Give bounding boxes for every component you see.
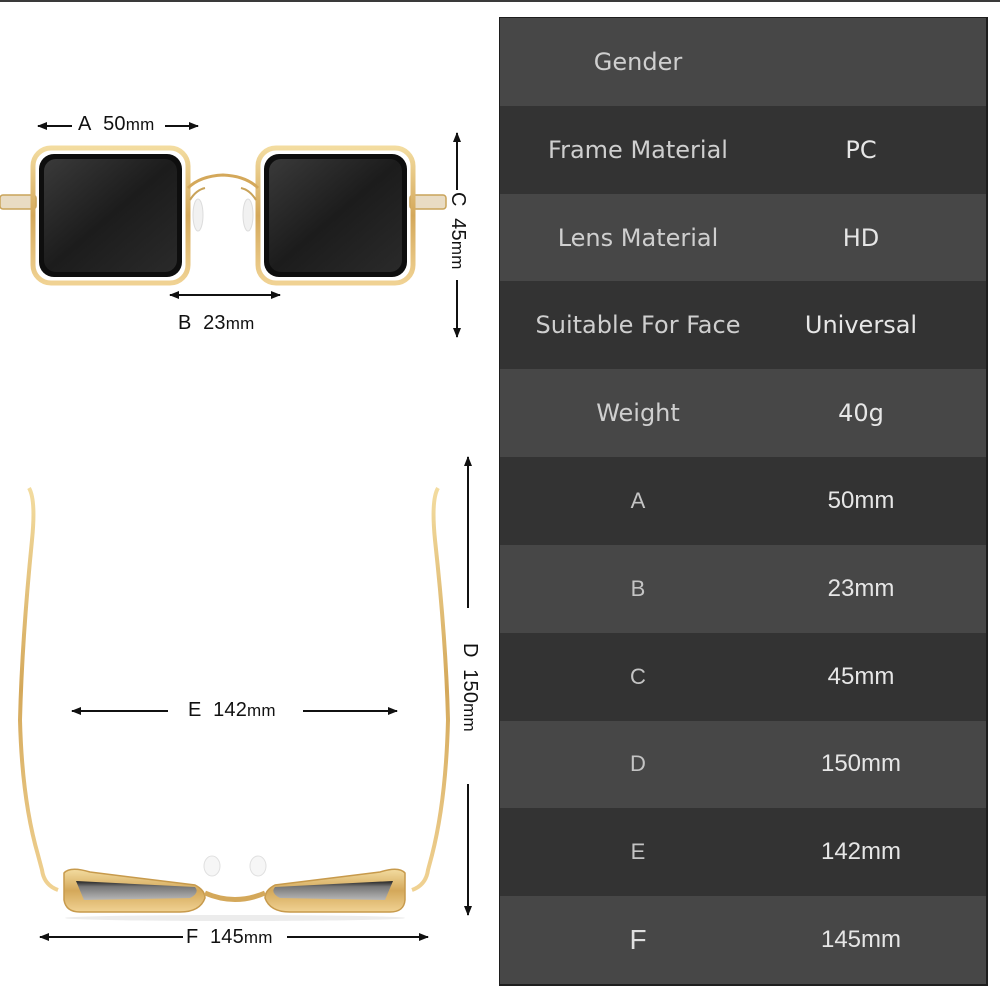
spec-label: Gender	[593, 47, 683, 76]
spec-label: Frame Material	[548, 135, 728, 164]
spec-row-c: C 45mm	[500, 632, 986, 721]
front-view-glasses	[0, 145, 447, 286]
dimension-label-a: A 50mm	[78, 113, 155, 135]
spec-value: 40g	[838, 399, 884, 428]
dimension-label-b: B 23mm	[178, 312, 255, 334]
spec-row-frame-material: Frame Material PC	[500, 105, 986, 194]
spec-label: Suitable For Face	[535, 311, 741, 340]
spec-value: 142mm	[820, 838, 902, 866]
spec-value: PC	[845, 135, 877, 164]
dimension-label-c: C 45mm	[447, 192, 469, 270]
spec-label: B	[630, 575, 646, 601]
spec-value: Universal	[804, 311, 918, 340]
spec-row-e: E 142mm	[500, 808, 986, 897]
spec-label: C	[630, 663, 646, 689]
spec-value: 45mm	[827, 662, 895, 690]
dimension-label-e: E 142mm	[188, 699, 276, 721]
spec-value: 145mm	[820, 926, 902, 954]
spec-value: 23mm	[827, 574, 895, 602]
spec-row-f: F 145mm	[500, 896, 986, 984]
dimension-label-f: F 145mm	[186, 926, 273, 948]
dimension-label-d: D 150mm	[459, 643, 481, 732]
product-illustration: A 50mm B 23mm C 45mm D 150mm E 142mm F 1…	[0, 0, 500, 1000]
spec-value: 150mm	[820, 750, 902, 778]
spec-table: Gender Frame Material PC Lens Material H…	[499, 17, 988, 986]
spec-label: D	[630, 751, 646, 777]
spec-row-b: B 23mm	[500, 544, 986, 633]
spec-row-d: D 150mm	[500, 720, 986, 809]
spec-row-gender: Gender	[500, 18, 986, 106]
spec-label: E	[630, 839, 646, 865]
spec-label: Weight	[596, 399, 680, 428]
spec-label: Lens Material	[557, 223, 719, 252]
spec-value: HD	[842, 223, 880, 252]
spec-value: 50mm	[827, 486, 895, 514]
glasses-drawing	[0, 122, 472, 941]
spec-label: A	[630, 487, 646, 513]
spec-row-lens-material: Lens Material HD	[500, 193, 986, 282]
spec-row-weight: Weight 40g	[500, 369, 986, 458]
spec-label: F	[629, 924, 647, 956]
spec-row-suitable-for-face: Suitable For Face Universal	[500, 281, 986, 370]
spec-row-a: A 50mm	[500, 457, 986, 545]
